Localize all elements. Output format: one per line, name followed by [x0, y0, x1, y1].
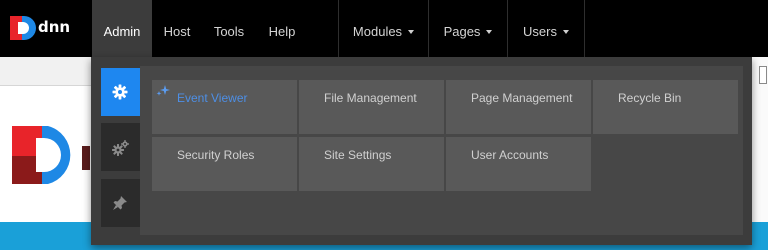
tile-file-management[interactable]: File Management	[299, 80, 444, 134]
tile-user-accounts[interactable]: User Accounts	[446, 137, 591, 191]
tile-label: User Accounts	[471, 148, 549, 162]
tile-label: Event Viewer	[177, 91, 248, 105]
nav-help[interactable]: Help	[260, 0, 304, 57]
nav-host[interactable]: Host	[155, 0, 199, 57]
tile-label: Page Management	[471, 91, 573, 105]
nav-label: Modules	[352, 24, 403, 39]
admin-tiles-area: Event Viewer File Management Page Manage…	[140, 66, 743, 235]
nav-modules[interactable]: Modules	[339, 0, 428, 57]
dnn-logo-icon	[10, 16, 36, 40]
tile-label: Recycle Bin	[618, 91, 682, 105]
nav-label: Users	[523, 24, 557, 39]
scrollbar-thumb[interactable]	[759, 66, 767, 84]
nav-label: Host	[163, 24, 191, 39]
tile-label: Site Settings	[324, 148, 392, 162]
pin-icon	[113, 196, 127, 210]
chevron-down-icon	[562, 30, 569, 34]
nav-label: Help	[268, 24, 296, 39]
nav-users[interactable]: Users	[508, 0, 584, 57]
gears-icon	[112, 140, 129, 156]
dnn-logo[interactable]: dnn	[10, 16, 70, 42]
chevron-down-icon	[408, 30, 415, 34]
tile-recycle-bin[interactable]: Recycle Bin	[593, 80, 738, 134]
top-nav-bar: dnn Admin Host Tools Help Modules Pages …	[0, 0, 768, 57]
tile-event-viewer[interactable]: Event Viewer	[152, 80, 297, 134]
nav-admin[interactable]: Admin	[92, 0, 152, 57]
side-tab-common-settings[interactable]	[101, 68, 140, 116]
tile-page-management[interactable]: Page Management	[446, 80, 591, 134]
chevron-down-icon	[486, 30, 493, 34]
nav-divider	[584, 0, 585, 57]
side-tab-bookmarks[interactable]	[101, 179, 140, 227]
nav-label: Admin	[103, 24, 141, 39]
admin-dropdown-panel: Event Viewer File Management Page Manage…	[91, 57, 752, 245]
nav-label: Tools	[213, 24, 245, 39]
nav-label: Pages	[443, 24, 481, 39]
nav-tools[interactable]: Tools	[206, 0, 252, 57]
sparkle-icon	[156, 85, 170, 96]
nav-pages[interactable]: Pages	[429, 0, 507, 57]
logo-text: dnn	[38, 18, 71, 36]
site-logo-large	[12, 126, 90, 184]
tile-label: Security Roles	[177, 148, 255, 162]
tile-site-settings[interactable]: Site Settings	[299, 137, 444, 191]
side-tab-advanced-settings[interactable]	[101, 123, 140, 171]
gear-icon	[112, 84, 128, 100]
tile-label: File Management	[324, 91, 417, 105]
tile-security-roles[interactable]: Security Roles	[152, 137, 297, 191]
